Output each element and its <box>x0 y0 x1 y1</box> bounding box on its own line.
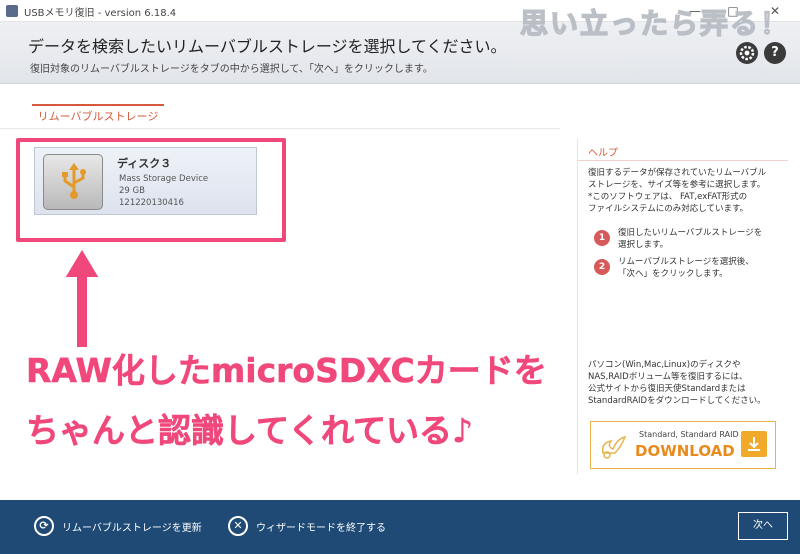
bottom-bar: ⟳ リムーバブルストレージを更新 ✕ ウィザードモードを終了する <box>0 500 800 554</box>
tab-divider <box>0 128 560 129</box>
step-number: 2 <box>594 259 610 275</box>
step-text: 選択します。 <box>618 240 669 250</box>
refresh-label: リムーバブルストレージを更新 <box>62 523 202 534</box>
app-icon <box>6 5 18 17</box>
download-icon <box>748 437 760 451</box>
exit-wizard-button[interactable]: ✕ ウィザードモードを終了する <box>228 516 428 538</box>
gear-icon <box>739 45 755 61</box>
next-button[interactable]: 次へ <box>738 512 788 540</box>
promo-text: StandardRAIDをダウンロードしてください。 <box>588 396 766 406</box>
help-text: *このソフトウェアは、 FAT,exFAT形式の <box>588 192 748 202</box>
help-text: ファイルシステムにのみ対応しています。 <box>588 204 749 214</box>
angel-logo-icon <box>601 435 627 459</box>
step-text: リムーバブルストレージを選択後、 <box>618 257 754 267</box>
watermark: 思い立ったら弄る！ <box>519 6 790 40</box>
arrow-up-icon <box>62 248 102 348</box>
tab-removable-storage[interactable]: リムーバブルストレージ <box>32 104 164 128</box>
help-text: 復旧するデータが保存されていたリムーバブル <box>588 168 767 178</box>
promo-text: NAS,RAIDボリューム等を復旧するには、 <box>588 372 748 382</box>
exit-wizard-label: ウィザードモードを終了する <box>256 523 386 534</box>
annotation-line-2: ちゃんと認識してくれている♪ <box>26 411 474 451</box>
annotation-line-1: RAW化したmicroSDXCカードを <box>26 351 547 391</box>
step-text: 復旧したいリムーバブルストレージを <box>618 228 763 238</box>
window-title: USBメモリ復旧 - version 6.18.4 <box>24 8 177 19</box>
page-subtitle: 復旧対象のリムーバブルストレージをタブの中から選択して、「次へ」をクリックします… <box>30 64 433 75</box>
help-text: ストレージを、サイズ等を参考に選択します。 <box>588 180 766 190</box>
step-number: 1 <box>594 230 610 246</box>
promo-text: パソコン(Win,Mac,Linux)のディスクや <box>588 360 741 370</box>
download-label: DOWNLOAD <box>635 442 735 460</box>
download-banner[interactable]: Standard, Standard RAID DOWNLOAD <box>590 421 776 469</box>
highlight-box <box>16 138 286 242</box>
step-text: 「次へ」をクリックします。 <box>618 269 728 279</box>
download-button[interactable] <box>741 431 767 457</box>
refresh-button[interactable]: ⟳ リムーバブルストレージを更新 <box>34 516 234 538</box>
help-divider <box>578 160 788 161</box>
page-title: データを検索したいリムーバブルストレージを選択してください。 <box>28 37 507 56</box>
help-title: ヘルプ <box>588 148 618 159</box>
download-subtitle: Standard, Standard RAID <box>639 430 739 439</box>
promo-text: 公式サイトから復旧天使Standardまたは <box>588 384 746 394</box>
close-circle-icon: ✕ <box>228 516 248 536</box>
settings-button[interactable] <box>736 42 758 64</box>
help-button[interactable]: ? <box>764 42 786 64</box>
refresh-icon: ⟳ <box>34 516 54 536</box>
